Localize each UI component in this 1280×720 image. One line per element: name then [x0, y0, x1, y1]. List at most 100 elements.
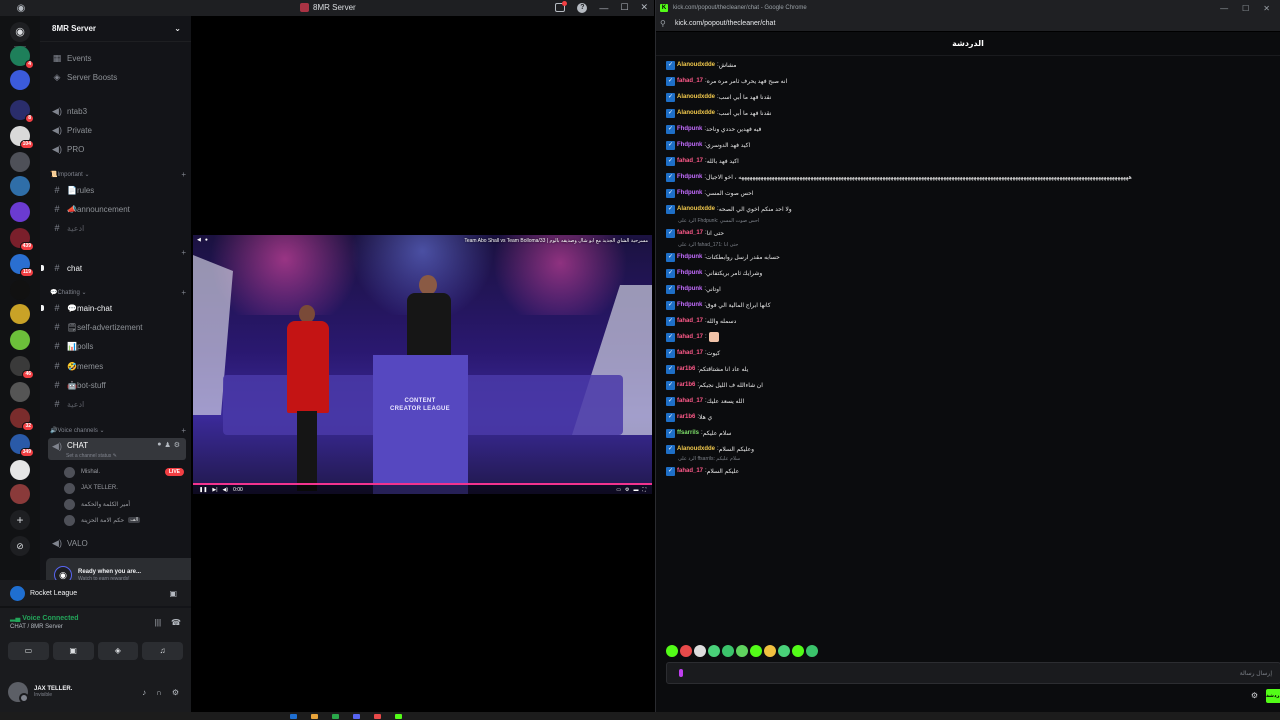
chat-username[interactable]: fahad_17: [677, 78, 703, 84]
soundboard-button[interactable]: ♫: [142, 642, 183, 660]
maximize-button[interactable]: ☐: [620, 2, 628, 13]
voice-status[interactable]: ▂▄ Voice Connected: [10, 614, 79, 622]
gear-icon[interactable]: ⚙: [1251, 691, 1258, 700]
next-icon[interactable]: ▶|: [212, 487, 217, 493]
emote-icon[interactable]: [708, 645, 720, 657]
chat-username[interactable]: fahad_17: [677, 334, 703, 340]
channel-events[interactable]: ▦ Events: [48, 50, 186, 66]
theater-icon[interactable]: ▬: [633, 487, 638, 493]
gear-icon[interactable]: ⚙: [172, 688, 179, 697]
emote-icon[interactable]: [666, 645, 678, 657]
chat-bubble-icon[interactable]: ●: [157, 441, 161, 449]
channel-ntab3[interactable]: ◀) ntab3: [48, 103, 186, 119]
taskbar-app-icon[interactable]: [332, 713, 339, 719]
chat-username[interactable]: Alanoudxdde: [677, 62, 715, 68]
category-important[interactable]: 📜Important ⌄ +: [50, 168, 186, 180]
emote-icon[interactable]: [722, 645, 734, 657]
server-icon-7[interactable]: [10, 202, 30, 222]
chat-input[interactable]: إرسال رسالة: [666, 662, 1280, 684]
emote-icon[interactable]: [680, 645, 692, 657]
chat-username[interactable]: Alanoudxdde: [677, 446, 715, 452]
stream-video[interactable]: CONTENT CREATOR LEAGUE ◀ ● Team Abo Shal…: [193, 235, 652, 494]
taskbar-app-icon[interactable]: [374, 713, 381, 719]
server-icon-6[interactable]: [10, 176, 30, 196]
server-icon-15[interactable]: 32: [10, 408, 34, 431]
channel-pro[interactable]: ◀) PRO: [48, 141, 186, 157]
chat-username[interactable]: Fhdpunk: [677, 142, 702, 148]
channel-polls[interactable]: # 📊polls: [48, 338, 186, 354]
chat-username[interactable]: Fhdpunk: [677, 270, 702, 276]
channel-private[interactable]: ◀) Private: [48, 122, 186, 138]
server-icon-18[interactable]: [10, 484, 30, 504]
chat-username[interactable]: Fhdpunk: [677, 254, 702, 260]
category-voice-channels[interactable]: 🔊Voice channels ⌄ +: [50, 424, 186, 436]
chat-username[interactable]: fahad_17: [677, 468, 703, 474]
emote-icon[interactable]: [778, 645, 790, 657]
channel-server-boosts[interactable]: ◈ Server Boosts: [48, 69, 186, 85]
taskbar-app-icon[interactable]: [353, 713, 360, 719]
noise-suppression-icon[interactable]: |||: [155, 618, 161, 627]
add-channel-icon[interactable]: +: [181, 170, 186, 179]
chat-username[interactable]: Alanoudxdde: [677, 206, 715, 212]
taskbar-app-icon[interactable]: [290, 713, 297, 719]
channel-bot-stuff[interactable]: # 🤖bot-stuff: [48, 377, 186, 393]
viewer-icon[interactable]: ●: [205, 237, 208, 243]
server-header[interactable]: 8MR Server ⌄: [40, 16, 191, 42]
chat-username[interactable]: fahad_17: [677, 318, 703, 324]
add-member-icon[interactable]: ♟: [164, 441, 170, 449]
emote-icon[interactable]: [736, 645, 748, 657]
channel-memes[interactable]: # 🤣memes: [48, 358, 186, 374]
reply-reference[interactable]: الرد على fahad_171: حتى انا: [678, 242, 738, 250]
channel-status-hint[interactable]: Set a channel status ✎: [66, 453, 117, 459]
chat-username[interactable]: Fhdpunk: [677, 302, 702, 308]
server-icon-14[interactable]: [10, 382, 30, 402]
add-channel-icon[interactable]: +: [181, 426, 186, 435]
server-icon-1[interactable]: 4: [10, 46, 34, 69]
server-icon-3[interactable]: 8: [10, 100, 34, 123]
chat-username[interactable]: Alanoudxdde: [677, 94, 715, 100]
server-icon-5[interactable]: [10, 152, 30, 172]
server-icon-8[interactable]: 439: [10, 228, 34, 251]
settings-icon[interactable]: ⚙: [625, 487, 629, 493]
voice-user[interactable]: أمير الكلمة والحكمة: [64, 497, 184, 511]
voice-user[interactable]: حكم الامة الحزينة الف: [64, 513, 184, 527]
chat-username[interactable]: ffsarrils: [677, 430, 699, 436]
microphone-icon[interactable]: ♪: [142, 688, 146, 697]
channel-chat[interactable]: # chat: [41, 260, 186, 276]
activity-row[interactable]: Rocket League ▣: [0, 580, 191, 606]
emote-icon[interactable]: [694, 645, 706, 657]
add-channel-icon[interactable]: +: [181, 248, 186, 257]
fullscreen-icon[interactable]: ⛶: [642, 487, 646, 493]
minimize-button[interactable]: —: [599, 3, 608, 13]
channel-self-advertizement[interactable]: # 🗒self-advertizement: [48, 319, 186, 335]
disconnect-icon[interactable]: ☎: [171, 618, 181, 627]
server-icon-11[interactable]: [10, 304, 30, 324]
chat-username[interactable]: Alanoudxdde: [677, 110, 715, 116]
maximize-button[interactable]: ☐: [1242, 4, 1249, 13]
chat-username[interactable]: Fhdpunk: [677, 174, 702, 180]
pause-icon[interactable]: ❚❚: [199, 487, 207, 493]
channel-adeia-2[interactable]: # ادعية: [48, 396, 186, 412]
server-icon-12[interactable]: [10, 330, 30, 350]
chat-username[interactable]: fahad_17: [677, 158, 703, 164]
server-icon-4[interactable]: 104: [10, 126, 34, 149]
taskbar-app-icon[interactable]: [395, 713, 402, 719]
server-icon-13[interactable]: 46: [10, 356, 34, 379]
emote-icon[interactable]: [792, 645, 804, 657]
channel-main-chat[interactable]: # 💬main-chat: [41, 300, 186, 316]
volume-icon[interactable]: ◀): [223, 487, 229, 493]
camera-button[interactable]: ▭: [8, 642, 49, 660]
server-icon-17[interactable]: [10, 460, 30, 480]
emote-icon[interactable]: [764, 645, 776, 657]
chat-username[interactable]: Fhdpunk: [677, 286, 702, 292]
add-channel-icon[interactable]: +: [181, 288, 186, 297]
reply-reference[interactable]: الرد على ffsarrils: سلام عليكم: [678, 456, 740, 464]
channel-rules[interactable]: # 📄rules: [48, 182, 186, 198]
category-chatting[interactable]: 💬Chatting ⌄ +: [50, 286, 186, 298]
voice-user[interactable]: Mishal. LIVE: [64, 465, 184, 479]
chat-username[interactable]: rar1b6: [677, 382, 695, 388]
channel-adeia[interactable]: # ادعية: [48, 220, 186, 236]
add-server-button[interactable]: +: [10, 510, 30, 530]
server-icon-10[interactable]: [10, 280, 30, 300]
category-collapsed[interactable]: +: [50, 246, 186, 258]
